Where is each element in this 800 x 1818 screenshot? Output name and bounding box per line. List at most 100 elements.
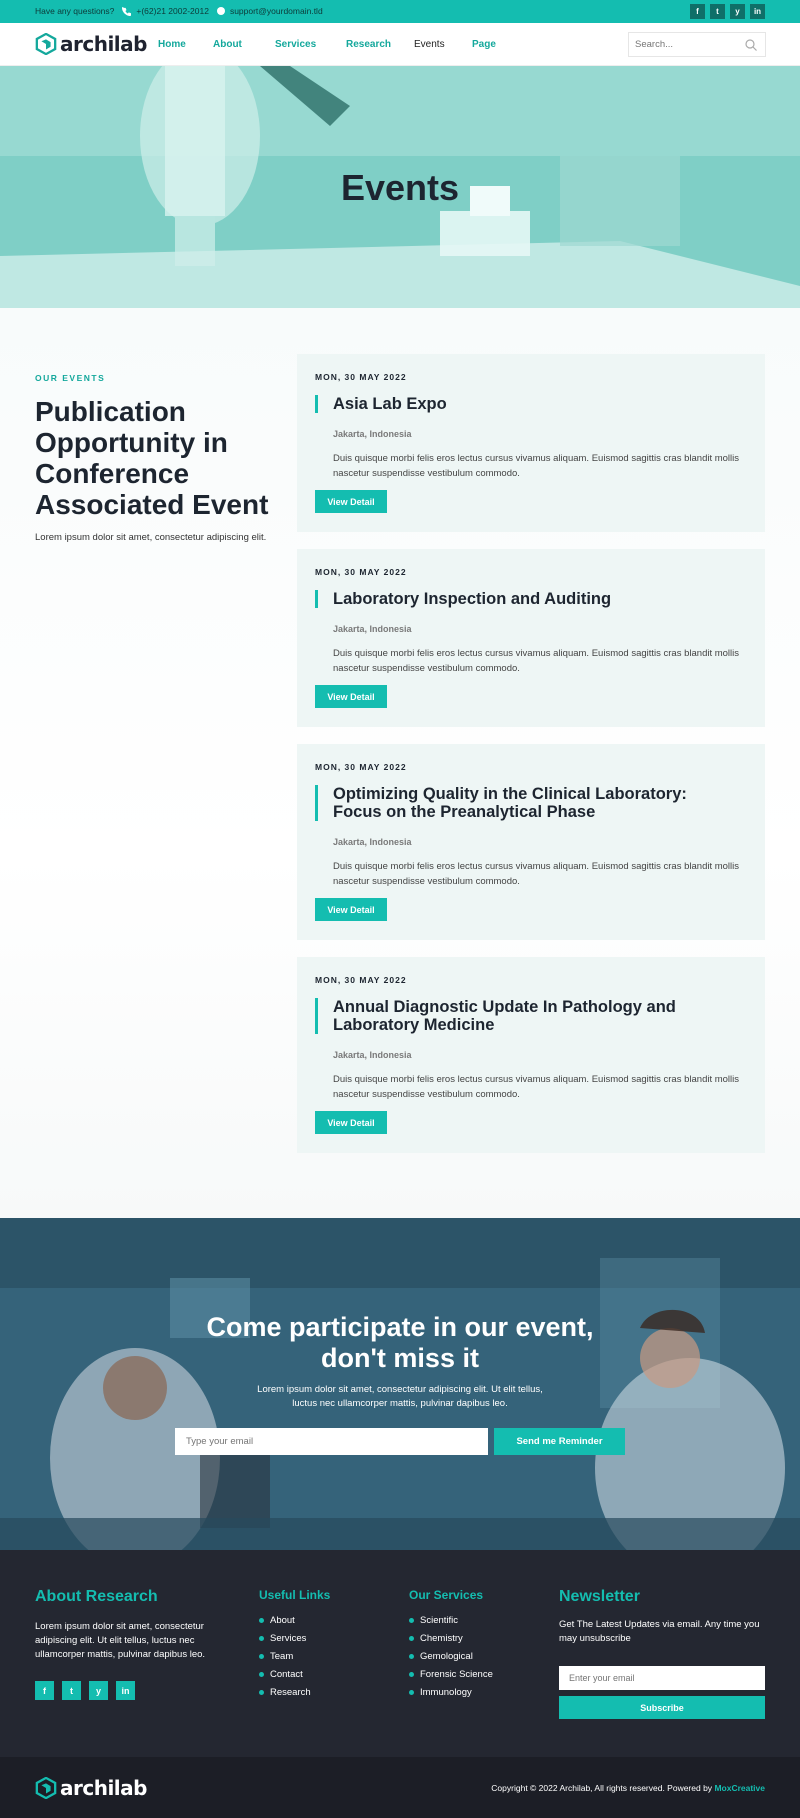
- event-card: MON, 30 MAY 2022 Asia Lab Expo Jakarta, …: [297, 354, 765, 532]
- footer-service-link[interactable]: Gemological: [409, 1647, 493, 1665]
- event-desc: Duis quisque morbi felis eros lectus cur…: [333, 861, 740, 887]
- nav-services[interactable]: Services: [275, 39, 346, 50]
- cta-title-line1: Come participate in our event,: [206, 1312, 594, 1342]
- event-title[interactable]: Laboratory Inspection and Auditing: [333, 590, 735, 608]
- bullet-dot-icon: [259, 1653, 264, 1659]
- logo-hexagon-icon: [35, 33, 57, 55]
- event-desc: Duis quisque morbi felis eros lectus cur…: [333, 453, 740, 479]
- footer-service-label: Gemological: [420, 1650, 473, 1662]
- twitter-icon[interactable]: t: [62, 1681, 81, 1700]
- top-bar-phone[interactable]: +(62)21 2002-2012: [122, 6, 209, 16]
- cta-section: Come participate in our event, don't mis…: [0, 1218, 800, 1550]
- nav-research[interactable]: Research: [346, 39, 414, 50]
- footer-newsletter-title: Newsletter: [559, 1588, 640, 1605]
- view-detail-button[interactable]: View Detail: [315, 1111, 387, 1134]
- facebook-icon[interactable]: f: [690, 4, 705, 19]
- nav-about[interactable]: About: [213, 39, 275, 50]
- view-detail-button[interactable]: View Detail: [315, 490, 387, 513]
- event-title-wrap: Optimizing Quality in the Clinical Labor…: [315, 785, 735, 821]
- footer-link[interactable]: Team: [259, 1647, 311, 1665]
- footer-link[interactable]: Contact: [259, 1665, 311, 1683]
- logo[interactable]: archilab: [35, 32, 147, 56]
- bullet-dot-icon: [259, 1689, 264, 1695]
- event-desc: Duis quisque morbi felis eros lectus cur…: [333, 648, 740, 674]
- event-date: MON, 30 MAY 2022: [315, 975, 407, 985]
- bullet-dot-icon: [259, 1635, 264, 1641]
- footer-link[interactable]: Research: [259, 1683, 311, 1701]
- top-bar-question: Have any questions?: [35, 6, 115, 16]
- top-bar-social: f t y in: [690, 4, 765, 19]
- nav-events[interactable]: Events: [414, 39, 472, 50]
- event-card: MON, 30 MAY 2022 Laboratory Inspection a…: [297, 549, 765, 727]
- footer-link-label: Services: [270, 1632, 307, 1644]
- bullet-dot-icon: [259, 1617, 264, 1623]
- cta-title-line2: don't miss it: [321, 1343, 479, 1373]
- event-location: Jakarta, Indonesia: [333, 624, 412, 634]
- footer-link-label: Research: [270, 1686, 311, 1698]
- footer-link-label: About: [270, 1614, 295, 1626]
- nav-page[interactable]: Page: [472, 39, 512, 50]
- bullet-dot-icon: [259, 1671, 264, 1677]
- main-nav: Home About Services Research Events Page: [158, 39, 512, 50]
- search-icon[interactable]: [745, 39, 757, 51]
- facebook-icon[interactable]: f: [35, 1681, 54, 1700]
- bottom-bar: archilab Copyright © 2022 Archilab, All …: [0, 1757, 800, 1818]
- event-title[interactable]: Annual Diagnostic Update In Pathology an…: [333, 998, 735, 1034]
- event-title-wrap: Laboratory Inspection and Auditing: [315, 590, 735, 608]
- section-title: Publication Opportunity in Conference As…: [35, 396, 269, 520]
- footer-service-label: Scientific: [420, 1614, 459, 1626]
- search-box: [628, 32, 766, 57]
- cta-title: Come participate in our event, don't mis…: [0, 1312, 800, 1374]
- footer-link-label: Contact: [270, 1668, 303, 1680]
- copyright-brand-link[interactable]: MoxCreative: [714, 1783, 765, 1793]
- footer-services-title: Our Services: [409, 1588, 484, 1602]
- top-bar-email-text: support@yourdomain.tld: [229, 6, 323, 16]
- event-location: Jakarta, Indonesia: [333, 1050, 412, 1060]
- youtube-icon[interactable]: y: [730, 4, 745, 19]
- bullet-dot-icon: [409, 1689, 414, 1695]
- cta-desc: Lorem ipsum dolor sit amet, consectetur …: [257, 1384, 543, 1409]
- footer-logo[interactable]: archilab: [35, 1776, 147, 1800]
- nav-home[interactable]: Home: [158, 39, 213, 50]
- footer-services-list: Scientific Chemistry Gemological Forensi…: [409, 1611, 493, 1701]
- subscribe-button[interactable]: Subscribe: [559, 1696, 765, 1719]
- footer-service-link[interactable]: Forensic Science: [409, 1665, 493, 1683]
- twitter-icon[interactable]: t: [710, 4, 725, 19]
- bullet-dot-icon: [409, 1653, 414, 1659]
- header: archilab Home About Services Research Ev…: [0, 23, 800, 66]
- footer-service-link[interactable]: Chemistry: [409, 1629, 493, 1647]
- event-location: Jakarta, Indonesia: [333, 429, 412, 439]
- bullet-dot-icon: [409, 1617, 414, 1623]
- newsletter-email-input[interactable]: [559, 1666, 765, 1690]
- section-eyebrow: OUR EVENTS: [35, 373, 106, 383]
- events-section: OUR EVENTS Publication Opportunity in Co…: [0, 308, 800, 1218]
- event-date: MON, 30 MAY 2022: [315, 762, 407, 772]
- phone-icon: [122, 6, 132, 16]
- footer-link[interactable]: About: [259, 1611, 311, 1629]
- footer-service-link[interactable]: Scientific: [409, 1611, 493, 1629]
- section-desc: Lorem ipsum dolor sit amet, consectetur …: [35, 532, 267, 543]
- footer-social: f t y in: [35, 1681, 135, 1700]
- top-bar-email[interactable]: support@yourdomain.tld: [216, 6, 323, 16]
- youtube-icon[interactable]: y: [89, 1681, 108, 1700]
- event-location: Jakarta, Indonesia: [333, 837, 412, 847]
- cta-email-input[interactable]: [175, 1428, 488, 1455]
- logo-hexagon-icon: [35, 1777, 57, 1799]
- event-card: MON, 30 MAY 2022 Annual Diagnostic Updat…: [297, 957, 765, 1153]
- linkedin-icon[interactable]: in: [750, 4, 765, 19]
- send-reminder-button[interactable]: Send me Reminder: [494, 1428, 625, 1455]
- footer-link[interactable]: Services: [259, 1629, 311, 1647]
- event-title[interactable]: Optimizing Quality in the Clinical Labor…: [333, 785, 735, 821]
- linkedin-icon[interactable]: in: [116, 1681, 135, 1700]
- chat-icon: [216, 7, 225, 15]
- search-input[interactable]: [629, 33, 739, 56]
- footer-logo-text: archilab: [60, 1776, 147, 1800]
- footer-service-link[interactable]: Immunology: [409, 1683, 493, 1701]
- footer-service-label: Chemistry: [420, 1632, 463, 1644]
- event-title[interactable]: Asia Lab Expo: [333, 395, 735, 413]
- event-date: MON, 30 MAY 2022: [315, 372, 407, 382]
- view-detail-button[interactable]: View Detail: [315, 898, 387, 921]
- page-title: Events: [340, 167, 460, 208]
- event-date: MON, 30 MAY 2022: [315, 567, 407, 577]
- view-detail-button[interactable]: View Detail: [315, 685, 387, 708]
